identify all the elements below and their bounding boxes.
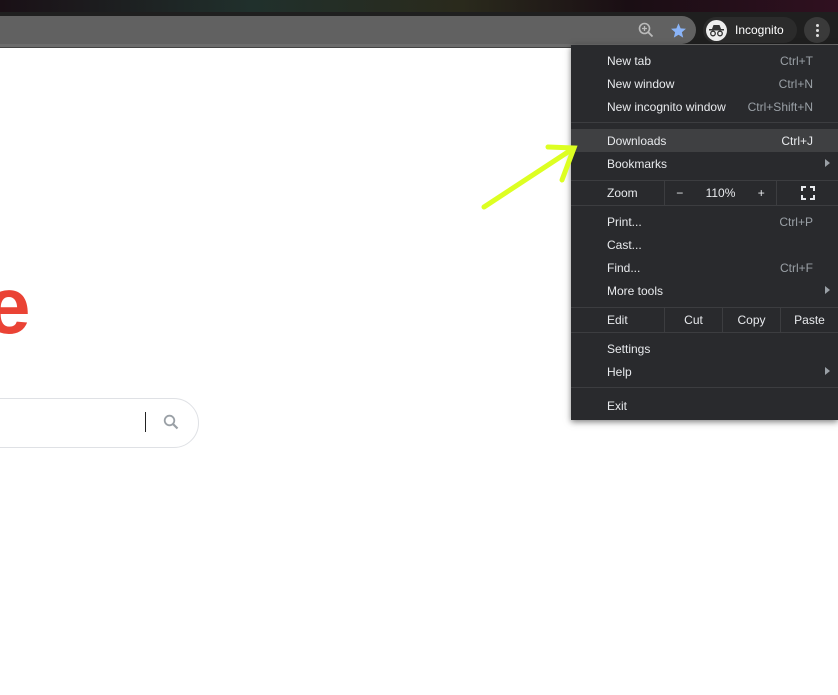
annotation-arrow bbox=[481, 144, 578, 210]
